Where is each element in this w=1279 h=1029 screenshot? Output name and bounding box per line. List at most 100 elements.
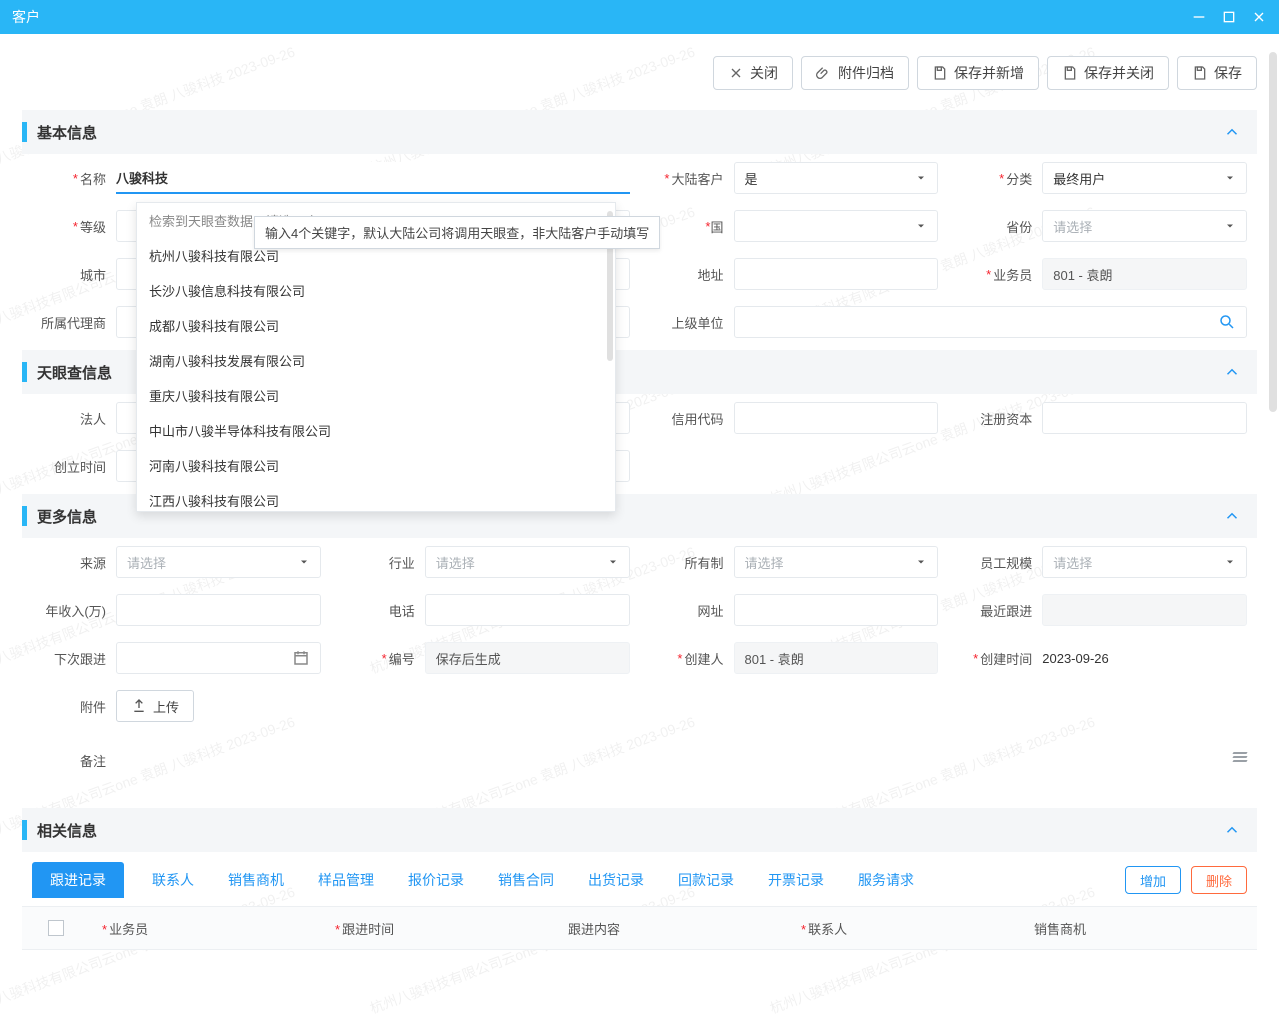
- nextfollow-input[interactable]: [116, 642, 321, 674]
- label-creator: 创建人: [640, 634, 734, 682]
- income-input[interactable]: [116, 594, 321, 626]
- label-city: 城市: [22, 250, 116, 298]
- section-bar: [22, 362, 27, 382]
- caret-down-icon: [915, 172, 927, 184]
- label-website: 网址: [640, 586, 734, 634]
- mainland-select[interactable]: 是: [734, 162, 939, 194]
- sales-readonly: 801 - 袁朗: [1042, 258, 1247, 290]
- close-button[interactable]: 关闭: [713, 56, 793, 90]
- th-opp: 销售商机: [1024, 919, 1257, 938]
- label-regcap: 注册资本: [948, 394, 1042, 442]
- tab-invoice[interactable]: 开票记录: [762, 862, 830, 898]
- close-window-icon[interactable]: [1251, 9, 1267, 25]
- section-related-title: 相关信息: [37, 820, 1223, 841]
- label-ownership: 所有制: [640, 538, 734, 586]
- autocomplete-item[interactable]: 江西八骏科技有限公司: [137, 483, 615, 512]
- label-industry: 行业: [331, 538, 425, 586]
- label-province: 省份: [948, 202, 1042, 250]
- select-all-checkbox[interactable]: [48, 920, 64, 936]
- autocomplete-item[interactable]: 湖南八骏科技发展有限公司: [137, 343, 615, 378]
- titlebar: 客户: [0, 0, 1279, 34]
- chevron-up-icon[interactable]: [1223, 507, 1241, 525]
- save-close-button[interactable]: 保存并关闭: [1047, 56, 1169, 90]
- address-input[interactable]: [734, 258, 939, 290]
- maximize-icon[interactable]: [1221, 9, 1237, 25]
- section-bar: [22, 506, 27, 526]
- label-remark: 备注: [22, 736, 116, 784]
- th-time: 跟进时间: [325, 919, 558, 938]
- close-icon: [728, 65, 744, 81]
- autocomplete-item[interactable]: 中山市八骏半导体科技有限公司: [137, 413, 615, 448]
- section-basic-header[interactable]: 基本信息: [22, 110, 1257, 154]
- tab-shipment[interactable]: 出货记录: [582, 862, 650, 898]
- delete-row-button[interactable]: 删除: [1191, 866, 1247, 894]
- label-phone: 电话: [331, 586, 425, 634]
- chevron-up-icon[interactable]: [1223, 821, 1241, 839]
- tab-quote[interactable]: 报价记录: [402, 862, 470, 898]
- label-createtime: 创建时间: [948, 634, 1042, 682]
- more-grid: 来源 请选择 行业 请选择 所有制 请选择 员工规模 请选择 年收入(万) 电话…: [22, 538, 1257, 790]
- autocomplete-item[interactable]: 重庆八骏科技有限公司: [137, 378, 615, 413]
- save-icon: [1192, 65, 1208, 81]
- chevron-up-icon[interactable]: [1223, 123, 1241, 141]
- label-income: 年收入(万): [22, 586, 116, 634]
- tab-contact[interactable]: 联系人: [146, 862, 200, 898]
- save-button[interactable]: 保存: [1177, 56, 1257, 90]
- province-select[interactable]: 请选择: [1042, 210, 1247, 242]
- source-select[interactable]: 请选择: [116, 546, 321, 578]
- tab-service[interactable]: 服务请求: [852, 862, 920, 898]
- website-input[interactable]: [734, 594, 939, 626]
- credit-input[interactable]: [734, 402, 939, 434]
- caret-down-icon: [1224, 220, 1236, 232]
- label-number: 编号: [331, 634, 425, 682]
- country-select[interactable]: [734, 210, 939, 242]
- calendar-icon: [292, 649, 310, 667]
- category-select[interactable]: 最终用户: [1042, 162, 1247, 194]
- table-header: 业务员 跟进时间 跟进内容 联系人 销售商机: [22, 906, 1257, 950]
- section-related-header[interactable]: 相关信息: [22, 808, 1257, 852]
- phone-input[interactable]: [425, 594, 630, 626]
- ownership-select[interactable]: 请选择: [734, 546, 939, 578]
- archive-button[interactable]: 附件归档: [801, 56, 909, 90]
- label-founded: 创立时间: [22, 442, 116, 490]
- th-content: 跟进内容: [558, 919, 791, 938]
- caret-down-icon: [1224, 172, 1236, 184]
- action-toolbar: 关闭 附件归档 保存并新增 保存并关闭 保存: [22, 34, 1257, 106]
- minimize-icon[interactable]: [1191, 9, 1207, 25]
- label-level: 等级: [22, 202, 116, 250]
- upload-label: 上传: [153, 697, 179, 716]
- regcap-input[interactable]: [1042, 402, 1247, 434]
- add-row-button[interactable]: 增加: [1125, 866, 1181, 894]
- tab-followup[interactable]: 跟进记录: [32, 862, 124, 898]
- save-label: 保存: [1214, 63, 1242, 83]
- save-new-button[interactable]: 保存并新增: [917, 56, 1039, 90]
- label-agent: 所属代理商: [22, 298, 116, 346]
- label-name: 名称: [22, 154, 116, 202]
- tab-contract[interactable]: 销售合同: [492, 862, 560, 898]
- name-input[interactable]: 八骏科技: [116, 162, 630, 194]
- lastfollow-readonly: [1042, 594, 1247, 626]
- label-attachment: 附件: [22, 682, 116, 730]
- caret-down-icon: [915, 556, 927, 568]
- name-value: 八骏科技: [116, 168, 168, 187]
- parent-lookup[interactable]: [734, 306, 1248, 338]
- tab-sample[interactable]: 样品管理: [312, 862, 380, 898]
- search-icon[interactable]: [1218, 313, 1236, 331]
- save-close-label: 保存并关闭: [1084, 63, 1154, 83]
- industry-select[interactable]: 请选择: [425, 546, 630, 578]
- scale-select[interactable]: 请选择: [1042, 546, 1247, 578]
- number-readonly: 保存后生成: [425, 642, 630, 674]
- createtime-input[interactable]: 2023-09-26: [1042, 642, 1247, 674]
- autocomplete-item[interactable]: 长沙八骏信息科技有限公司: [137, 273, 615, 308]
- autocomplete-item[interactable]: 成都八骏科技有限公司: [137, 308, 615, 343]
- attachment-icon: [816, 65, 832, 81]
- resize-handle-icon[interactable]: [1227, 750, 1247, 770]
- chevron-up-icon[interactable]: [1223, 363, 1241, 381]
- label-scale: 员工规模: [948, 538, 1042, 586]
- tab-payment[interactable]: 回款记录: [672, 862, 740, 898]
- autocomplete-item[interactable]: 河南八骏科技有限公司: [137, 448, 615, 483]
- section-bar: [22, 820, 27, 840]
- label-address: 地址: [640, 250, 734, 298]
- tab-opportunity[interactable]: 销售商机: [222, 862, 290, 898]
- upload-button[interactable]: 上传: [116, 690, 194, 722]
